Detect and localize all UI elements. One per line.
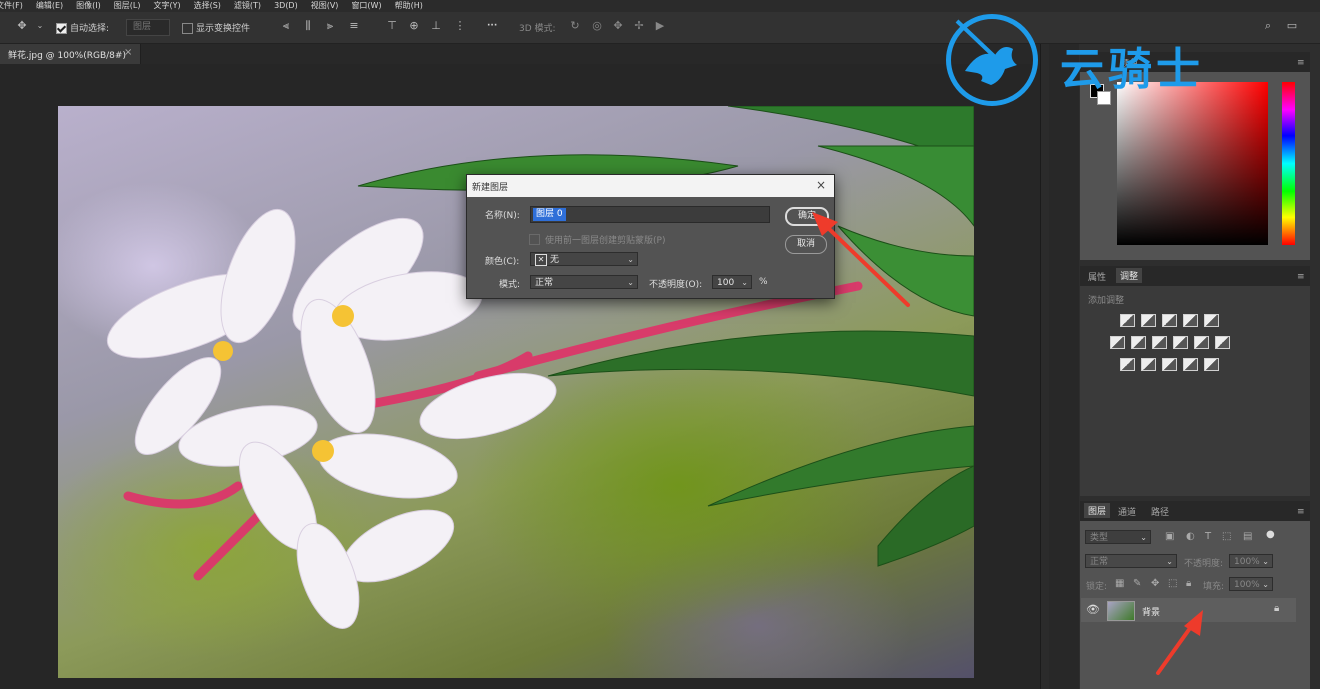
arrow-to-layer bbox=[1156, 610, 1203, 675]
arrow-to-ok-button bbox=[812, 212, 910, 307]
annotation-arrows bbox=[812, 212, 1203, 675]
